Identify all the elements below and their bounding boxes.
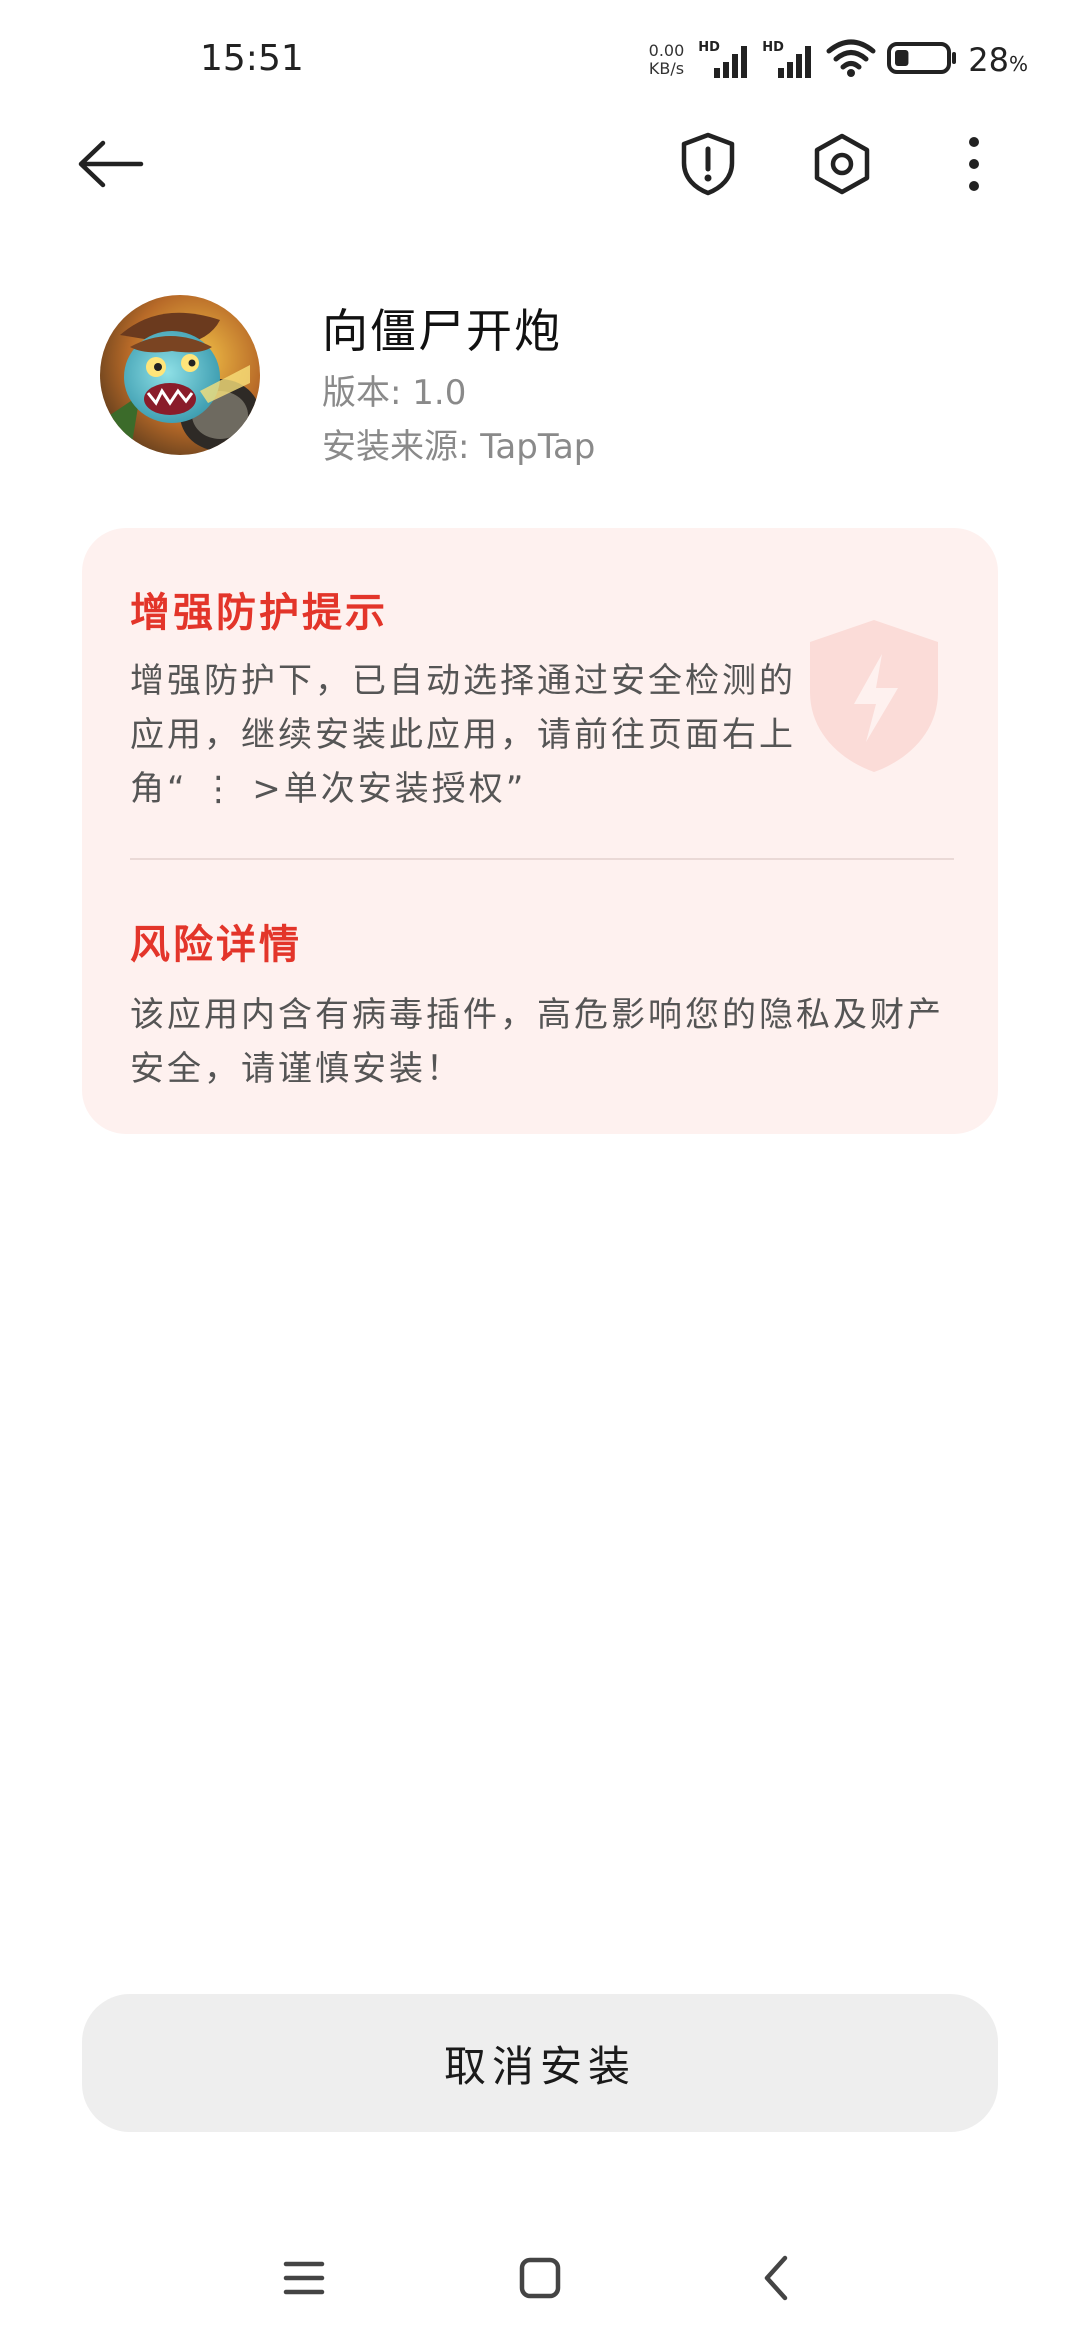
battery-percent-symbol: % [1008,52,1028,76]
sim1-hd-label: HD [698,40,720,55]
settings-hexagon-icon [812,132,872,200]
app-header: 向僵尸开炮 版本: 1.0 安装来源: TapTap [100,295,1000,467]
sim2-hd-label: HD [762,40,784,55]
risk-details-text: 该应用内含有病毒插件，高危影响您的隐私及财产安全，请谨慎安装！ [130,995,944,1089]
status-time: 15:51 [200,38,304,79]
recent-apps-button[interactable] [264,2240,344,2320]
protection-text: 增强防护下，已自动选择通过安全检测的应用，继续安装此应用，请前往页面右上角“ ⋮… [130,661,796,809]
battery-percentage: 28% [968,41,1028,79]
app-icon [100,295,260,455]
home-button[interactable] [500,2240,580,2320]
network-speed: 0.00 KB/s [649,42,685,78]
square-home-icon [518,2256,562,2304]
back-arrow-icon [75,139,145,193]
install-source: 安装来源: TapTap [322,427,596,467]
more-button[interactable] [934,126,1014,206]
risk-warning-card: 增强防护提示 增强防护下，已自动选择通过安全检测的应用，继续安装此应用，请前往页… [82,528,998,1134]
back-nav-button[interactable] [736,2240,816,2320]
cancel-install-button[interactable]: 取消安装 [82,1994,998,2132]
network-speed-value: 0.00 [648,41,685,60]
protection-title: 增强防护提示 [130,590,388,636]
wifi-icon [826,38,876,82]
signal-sim1-icon: HD [698,40,752,80]
signal-sim2-icon: HD [762,40,816,80]
back-button[interactable] [70,126,150,206]
battery-icon [886,38,958,82]
navigation-bar [0,2220,1080,2340]
status-bar: 15:51 0.00 KB/s HD HD 28% [0,0,1080,120]
network-speed-unit: KB/s [648,59,685,78]
card-divider [130,858,954,860]
status-indicators: 0.00 KB/s HD HD 28% [649,36,1028,84]
chevron-left-icon [761,2254,791,2306]
menu-lines-icon [282,2258,326,2302]
risk-details-title: 风险详情 [130,922,302,968]
shield-alert-icon [678,131,738,201]
battery-percent-value: 28 [968,41,1009,79]
action-bar [0,120,1080,220]
more-vertical-icon [964,134,984,198]
settings-button[interactable] [802,126,882,206]
security-button[interactable] [668,126,748,206]
app-name: 向僵尸开炮 [322,304,562,358]
app-version: 版本: 1.0 [322,373,467,413]
